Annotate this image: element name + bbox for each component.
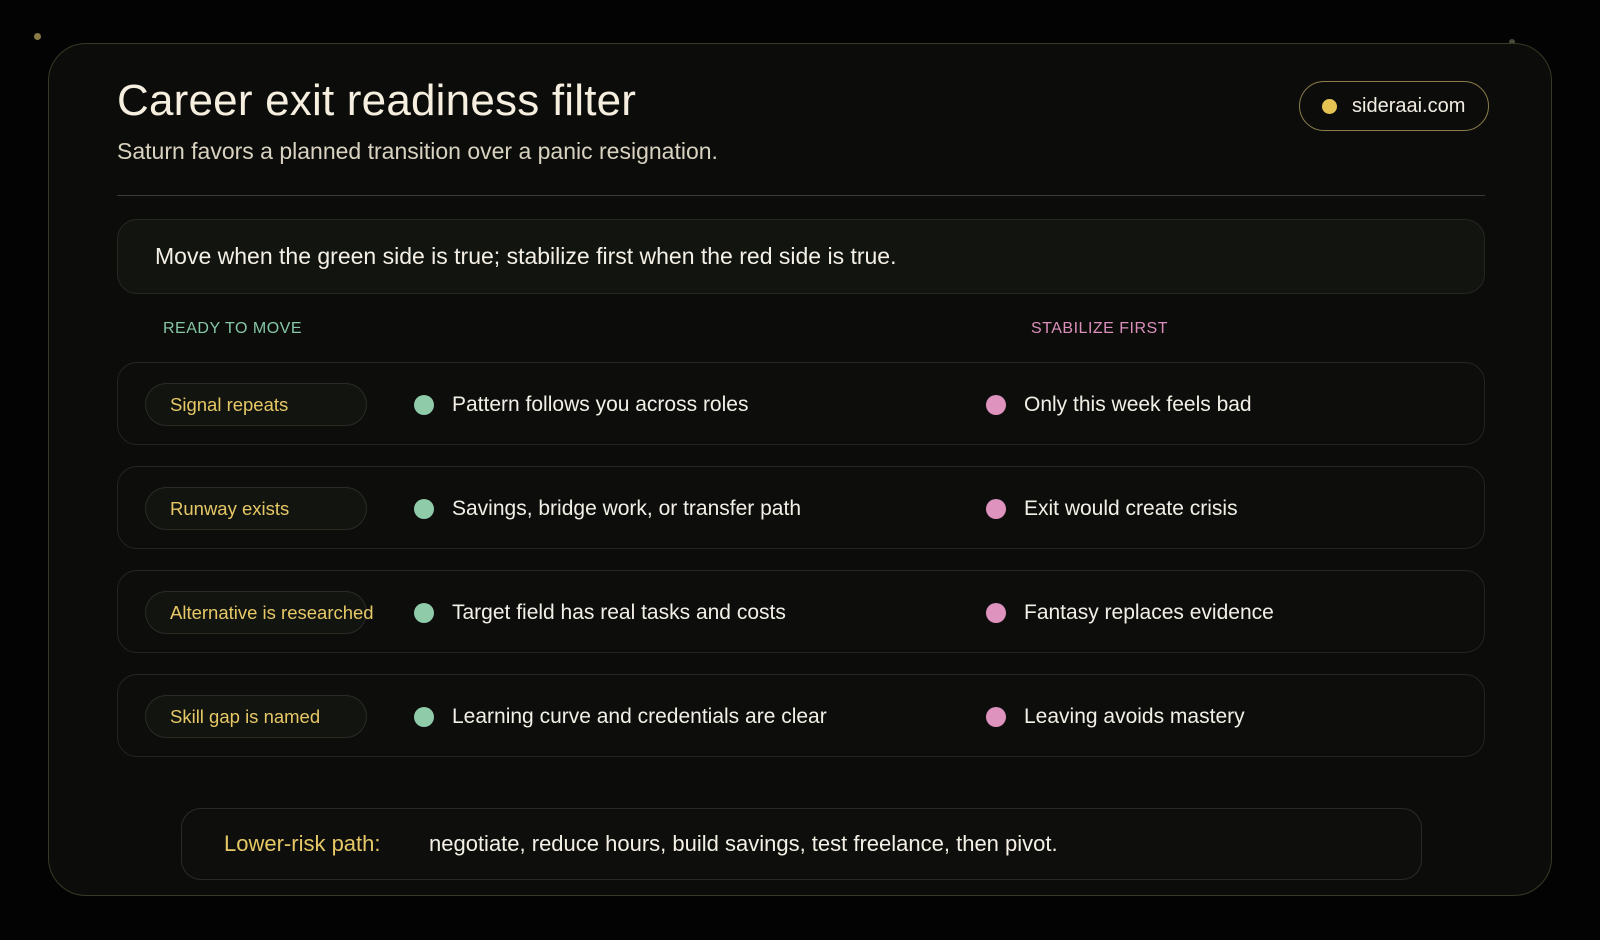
stabilize-text: Only this week feels bad xyxy=(1024,392,1252,416)
brand-label: sideraai.com xyxy=(1352,94,1466,117)
decorative-dot xyxy=(34,33,41,40)
pink-bullet-icon xyxy=(986,602,1006,623)
brand-badge[interactable]: sideraai.com xyxy=(1299,81,1489,131)
signal-pill: Signal repeats xyxy=(145,383,367,426)
instruction-callout: Move when the green side is true; stabil… xyxy=(117,219,1485,294)
footer-label: Lower-risk path: xyxy=(224,831,381,856)
green-bullet-icon xyxy=(414,498,434,519)
ready-text: Savings, bridge work, or transfer path xyxy=(452,496,802,520)
stabilize-item: Leaving avoids mastery xyxy=(986,675,1245,758)
stabilize-item: Exit would create crisis xyxy=(986,467,1238,550)
criteria-row: Alternative is researched Target field h… xyxy=(117,570,1485,653)
ready-item: Learning curve and credentials are clear xyxy=(414,675,827,758)
stabilize-text: Leaving avoids mastery xyxy=(1024,704,1245,728)
criteria-row: Skill gap is named Learning curve and cr… xyxy=(117,674,1485,757)
stabilize-item: Fantasy replaces evidence xyxy=(986,571,1274,654)
header-divider xyxy=(117,195,1485,196)
ready-item: Savings, bridge work, or transfer path xyxy=(414,467,801,550)
lower-risk-footer: Lower-risk path: negotiate, reduce hours… xyxy=(181,808,1422,880)
callout-text: Move when the green side is true; stabil… xyxy=(155,243,897,269)
ready-text: Learning curve and credentials are clear xyxy=(452,704,827,728)
signal-pill: Alternative is researched xyxy=(145,591,374,634)
ready-text: Target field has real tasks and costs xyxy=(452,600,786,624)
signal-pill: Runway exists xyxy=(145,487,367,530)
green-bullet-icon xyxy=(414,394,434,415)
stabilize-text: Exit would create crisis xyxy=(1024,496,1238,520)
green-bullet-icon xyxy=(414,706,434,727)
page-subtitle: Saturn favors a planned transition over … xyxy=(117,138,718,164)
pink-bullet-icon xyxy=(986,394,1006,415)
footer-text: negotiate, reduce hours, build savings, … xyxy=(429,831,1058,856)
column-header-stabilize: STABILIZE FIRST xyxy=(1031,320,1168,337)
ready-item: Pattern follows you across roles xyxy=(414,363,748,446)
ready-text: Pattern follows you across roles xyxy=(452,392,749,416)
page-title: Career exit readiness filter xyxy=(117,76,637,125)
stabilize-item: Only this week feels bad xyxy=(986,363,1252,446)
stabilize-text: Fantasy replaces evidence xyxy=(1024,600,1274,624)
ready-item: Target field has real tasks and costs xyxy=(414,571,786,654)
green-bullet-icon xyxy=(414,602,434,623)
gold-dot-icon xyxy=(1322,98,1337,114)
pink-bullet-icon xyxy=(986,498,1006,519)
criteria-row: Signal repeats Pattern follows you acros… xyxy=(117,362,1485,445)
signal-pill: Skill gap is named xyxy=(145,695,367,738)
pink-bullet-icon xyxy=(986,706,1006,727)
column-header-ready: READY TO MOVE xyxy=(163,320,302,337)
criteria-row: Runway exists Savings, bridge work, or t… xyxy=(117,466,1485,549)
readiness-card: Career exit readiness filter Saturn favo… xyxy=(48,43,1552,896)
